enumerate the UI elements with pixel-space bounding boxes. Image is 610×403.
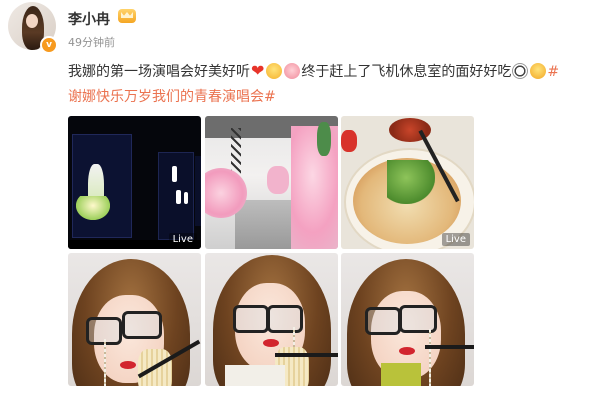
lips xyxy=(263,339,279,347)
chopsticks xyxy=(425,345,474,349)
flower-arrangement xyxy=(267,166,289,194)
dancer-figure xyxy=(172,166,177,182)
post-text-part1: 我娜的第一场演唱会好美好听 xyxy=(68,64,250,80)
live-badge[interactable]: Live xyxy=(441,233,470,246)
photo-3-noodles[interactable]: Live xyxy=(341,116,474,249)
flower-arrangement xyxy=(291,126,338,249)
chopsticks xyxy=(275,353,338,357)
panda-emoji-icon xyxy=(512,63,529,79)
pink-emoji-icon xyxy=(284,63,301,79)
photo-4-selfie[interactable] xyxy=(68,253,201,386)
glasses xyxy=(267,305,303,333)
hall-floor xyxy=(235,200,295,249)
glasses xyxy=(122,311,162,339)
photo-6-selfie[interactable] xyxy=(341,253,474,386)
dancer-figure xyxy=(184,192,188,204)
laughing-emoji-icon xyxy=(530,63,547,79)
shirt xyxy=(381,363,421,386)
post-text-part2: 终于赶上了飞机休息室的面好好吃 xyxy=(301,64,512,80)
vegetables xyxy=(387,160,435,204)
live-badge[interactable]: Live xyxy=(168,233,197,246)
stage-screen xyxy=(195,156,201,226)
weibo-post: v 李小冉 49分钟前 我娜的第一场演唱会好美好听❤ 终于赶上了飞机休息室的面好好… xyxy=(0,0,610,403)
topic-hashtag-link[interactable]: 谢娜快乐万岁我们的青春演唱会# xyxy=(68,89,276,105)
side-dish xyxy=(341,130,357,152)
dancer-figure xyxy=(176,190,181,204)
yellow-emoji-icon xyxy=(266,63,283,79)
glasses-chain xyxy=(429,329,431,386)
shirt xyxy=(225,365,285,386)
lips xyxy=(399,347,415,355)
post-timestamp[interactable]: 49分钟前 xyxy=(68,34,115,50)
lips xyxy=(120,361,136,369)
photo-5-selfie[interactable] xyxy=(205,253,338,386)
post-text: 我娜的第一场演唱会好美好听❤ 终于赶上了飞机休息室的面好好吃 # 谢娜快乐万岁我们的青… xyxy=(68,58,603,110)
performer-dress xyxy=(76,196,110,220)
glasses xyxy=(365,307,401,335)
greenery xyxy=(317,122,331,156)
photo-2-flower-hall[interactable] xyxy=(205,116,338,249)
avatar-face xyxy=(26,14,38,28)
topic-hashtag-start[interactable]: # xyxy=(547,64,559,80)
user-name[interactable]: 李小冉 xyxy=(68,9,110,29)
verified-badge-icon: v xyxy=(40,36,58,54)
glasses xyxy=(233,305,269,333)
glasses xyxy=(399,305,437,333)
heart-icon: ❤ xyxy=(251,61,265,80)
member-crown-icon[interactable] xyxy=(118,9,136,23)
photo-1-concert-stage[interactable]: Live xyxy=(68,116,201,249)
glasses-chain xyxy=(104,339,106,386)
